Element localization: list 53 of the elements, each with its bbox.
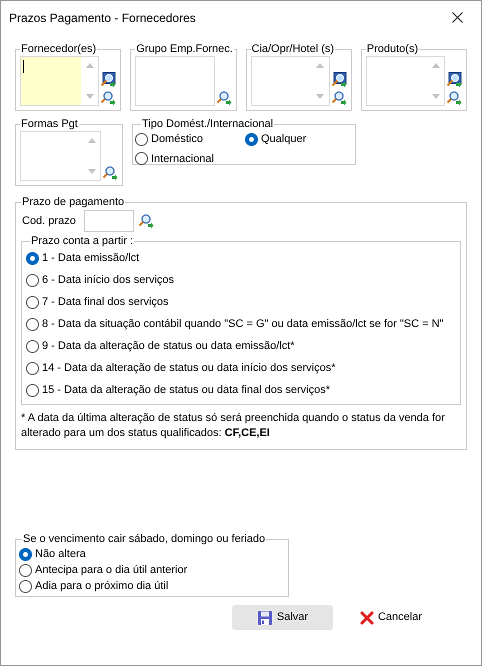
radio-button[interactable]	[19, 580, 32, 592]
group-label: Formas Pgt	[20, 117, 79, 131]
group-label: Fornecedor(es)	[20, 42, 98, 56]
radio-button[interactable]	[135, 132, 148, 146]
radio-button[interactable]	[26, 384, 39, 397]
radio-label[interactable]: Qualquer	[261, 131, 306, 148]
group-label: Prazo de pagamento	[21, 195, 126, 209]
search-add-icon[interactable]	[138, 213, 154, 229]
field-label: Cod. prazo	[22, 214, 76, 229]
cancel-button[interactable]: Cancelar	[346, 605, 436, 630]
radio-button[interactable]	[26, 296, 39, 309]
group-label: Tipo Domést./Internacional	[141, 117, 274, 131]
text-cursor	[23, 60, 24, 73]
radio-button[interactable]	[26, 362, 39, 375]
radio-button[interactable]	[19, 548, 32, 560]
radio-label[interactable]: 1 - Data emissão/lct	[42, 250, 140, 267]
radio-button[interactable]	[26, 340, 39, 353]
window-title: Prazos Pagamento - Fornecedores	[9, 10, 196, 26]
radio-label[interactable]: 14 - Data da alteração de status ou data início dos serviços*	[42, 360, 336, 377]
radio-label[interactable]: 15 - Data da alteração de status ou data final dos serviços*	[42, 382, 330, 399]
footnote: * A data da última alteração de status só será preenchida quando o status da venda for alterado para um dos status qualificados: CF,CE,EI	[21, 411, 446, 441]
radio-label[interactable]: Adia para o próximo dia útil	[35, 578, 168, 594]
list-search-icon[interactable]	[100, 72, 116, 88]
search-add-icon[interactable]	[100, 90, 116, 106]
input-field[interactable]	[84, 210, 134, 232]
search-add-icon[interactable]	[102, 165, 118, 181]
radio-label[interactable]: Doméstico	[151, 131, 203, 148]
list-search-icon[interactable]	[330, 72, 347, 88]
radio-button[interactable]	[135, 152, 148, 166]
radio-button[interactable]	[26, 318, 39, 331]
radio-label[interactable]: 7 - Data final dos serviços	[42, 294, 169, 311]
save-button[interactable]: Salvar	[232, 605, 333, 630]
radio-label[interactable]: Antecipa para o dia útil anterior	[35, 562, 188, 578]
close-icon	[452, 12, 462, 23]
search-add-icon[interactable]	[330, 90, 347, 106]
group-label: Se o vencimento cair sábado, domingo ou feriado	[22, 532, 266, 546]
list-search-icon[interactable]	[446, 72, 462, 88]
radio-button[interactable]	[26, 252, 39, 265]
group-label: Prazo conta a partir :	[30, 234, 134, 248]
radio-label[interactable]: 6 - Data início dos serviços	[42, 272, 174, 289]
radio-label[interactable]: Não altera	[35, 546, 86, 562]
group-label: Grupo Emp.Fornec.	[135, 42, 234, 56]
cross-icon	[360, 610, 374, 624]
group-label: Produto(s)	[366, 42, 420, 56]
radio-label[interactable]: 8 - Data da situação contábil quando "SC = G" ou data emissão/lct se for "SC = N"	[42, 316, 444, 333]
group-label: Cia/Opr/Hotel (s)	[250, 42, 336, 56]
search-add-icon[interactable]	[446, 90, 462, 106]
search-add-icon[interactable]	[216, 90, 232, 106]
radio-button[interactable]	[245, 132, 258, 146]
radio-button[interactable]	[26, 274, 39, 287]
radio-label[interactable]: Internacional	[151, 150, 214, 167]
radio-label[interactable]: 9 - Data da alteração de status ou data emissão/lct*	[42, 338, 295, 355]
radio-button[interactable]	[19, 564, 32, 576]
